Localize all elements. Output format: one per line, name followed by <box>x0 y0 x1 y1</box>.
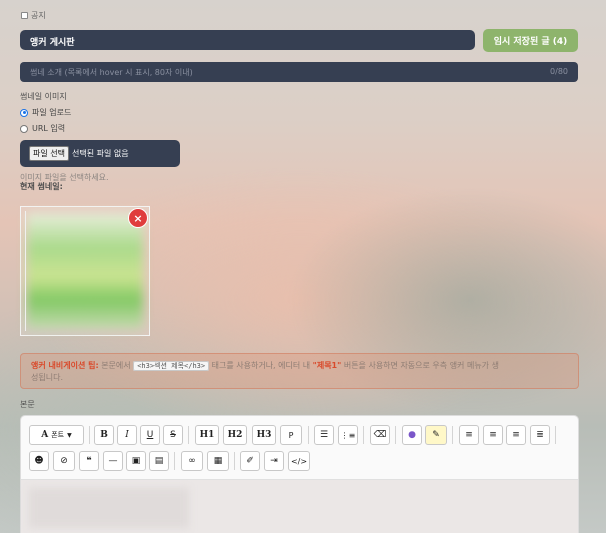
table-icon[interactable]: ▦ <box>207 451 229 471</box>
tip-line-2: 성됩니다. <box>31 373 63 382</box>
thumbnail-preview <box>20 206 150 336</box>
divider <box>234 452 235 470</box>
draft-posts-button[interactable]: 임시 저장된 글 (4) <box>483 29 578 52</box>
indent-icon[interactable]: ⇥ <box>264 451 284 471</box>
strikethrough-button[interactable]: S <box>163 425 183 445</box>
eraser-icon[interactable]: ⌫ <box>370 425 390 445</box>
spoiler-icon[interactable]: ⊘ <box>53 451 75 471</box>
tip-line-1: 앵커 내비게이션 팁: 본문에서 <h3>섹션 제목</h3> 태그를 사용하거… <box>31 360 568 372</box>
align-center-icon[interactable]: ≡ <box>483 425 503 445</box>
notice-label: 공지 <box>31 11 46 20</box>
align-left-icon[interactable]: ≡ <box>459 425 479 445</box>
tip-code: <h3>섹션 제목</h3> <box>133 361 210 371</box>
body-label: 본문 <box>20 400 35 409</box>
divider <box>555 426 556 444</box>
ordered-list-icon[interactable]: ⋮≡ <box>338 425 358 445</box>
tip-text: 본문에서 <box>98 361 134 370</box>
bullet-list-icon[interactable]: ☰ <box>314 425 334 445</box>
heading2-button[interactable]: H2 <box>223 425 247 445</box>
divider <box>395 426 396 444</box>
frame-line <box>25 211 26 331</box>
divider <box>89 426 90 444</box>
checkbox-box[interactable] <box>21 12 28 19</box>
notice-checkbox[interactable]: 공지 <box>21 10 46 21</box>
code-view-icon[interactable]: </> <box>288 451 310 471</box>
paragraph-button[interactable]: P <box>280 425 302 445</box>
divider <box>174 452 175 470</box>
highlight-icon[interactable]: ✎ <box>425 425 447 445</box>
text-color-icon[interactable]: ● <box>402 425 422 445</box>
heading3-button[interactable]: H3 <box>252 425 276 445</box>
description-input[interactable]: 썸네 소개 (목록에서 hover 시 표시, 80자 이내) 0/80 <box>20 62 578 82</box>
thumbnail-section-label: 썸네일 이미지 <box>20 92 67 101</box>
rich-text-editor[interactable]: A 폰트 ▼ B I U S H1 H2 H3 P ☰ ⋮≡ ⌫ ● ✎ ≡ ≡… <box>20 415 579 533</box>
tip-text: 버튼을 사용하면 자동으로 우측 앵커 메뉴가 생 <box>341 361 499 370</box>
blurred-content <box>29 488 189 528</box>
file-input[interactable]: 파일 선택 선택된 파일 없음 <box>20 140 180 167</box>
thumbnail-image <box>27 213 143 329</box>
font-label: 폰트 <box>51 431 65 439</box>
file-icon[interactable]: ▤ <box>149 451 169 471</box>
underline-button[interactable]: U <box>140 425 160 445</box>
divider <box>188 426 189 444</box>
italic-button[interactable]: I <box>117 425 137 445</box>
remove-thumbnail-icon[interactable]: × <box>129 209 147 227</box>
anchor-tip-box: 앵커 내비게이션 팁: 본문에서 <h3>섹션 제목</h3> 태그를 사용하거… <box>20 353 579 389</box>
divider <box>308 426 309 444</box>
collapse-box-icon[interactable]: ▣ <box>126 451 146 471</box>
font-dropdown[interactable]: A 폰트 ▼ <box>29 425 84 445</box>
char-counter: 0/80 <box>550 67 568 76</box>
radio-label: 파일 업로드 <box>32 108 72 117</box>
font-a-icon: A <box>41 430 49 440</box>
divider <box>363 426 364 444</box>
bold-button[interactable]: B <box>94 425 114 445</box>
editor-content-area[interactable] <box>21 480 578 533</box>
horizontal-rule-icon[interactable]: — <box>103 451 123 471</box>
radio-file-upload[interactable]: 파일 업로드 <box>20 107 71 118</box>
editor-toolbar: A 폰트 ▼ B I U S H1 H2 H3 P ☰ ⋮≡ ⌫ ● ✎ ≡ ≡… <box>21 416 578 480</box>
divider <box>452 426 453 444</box>
link-icon[interactable]: ∞ <box>181 451 203 471</box>
tip-highlight: "제목1" <box>312 361 342 370</box>
file-status: 선택된 파일 없음 <box>71 149 129 158</box>
tip-prefix: 앵커 내비게이션 팁: <box>31 361 99 370</box>
emoji-icon[interactable]: ☻ <box>29 451 49 471</box>
description-placeholder: 썸네 소개 (목록에서 hover 시 표시, 80자 이내) <box>30 68 193 77</box>
align-right-icon[interactable]: ≡ <box>506 425 526 445</box>
quote-icon[interactable]: ❝ <box>79 451 99 471</box>
format-brush-icon[interactable]: ✐ <box>240 451 260 471</box>
heading1-button[interactable]: H1 <box>195 425 219 445</box>
align-justify-icon[interactable]: ≣ <box>530 425 550 445</box>
title-input[interactable]: 앵커 게시판 <box>20 30 475 50</box>
current-thumbnail-label: 현재 썸네일: <box>20 182 63 191</box>
radio-label: URL 입력 <box>32 124 66 133</box>
radio-url-input[interactable]: URL 입력 <box>20 123 65 134</box>
chevron-down-icon: ▼ <box>67 431 72 439</box>
tip-text: 태그를 사용하거나, 에디터 내 <box>209 361 313 370</box>
choose-file-button[interactable]: 파일 선택 <box>29 146 69 161</box>
radio-dot[interactable] <box>20 124 28 133</box>
radio-dot[interactable] <box>20 108 28 117</box>
